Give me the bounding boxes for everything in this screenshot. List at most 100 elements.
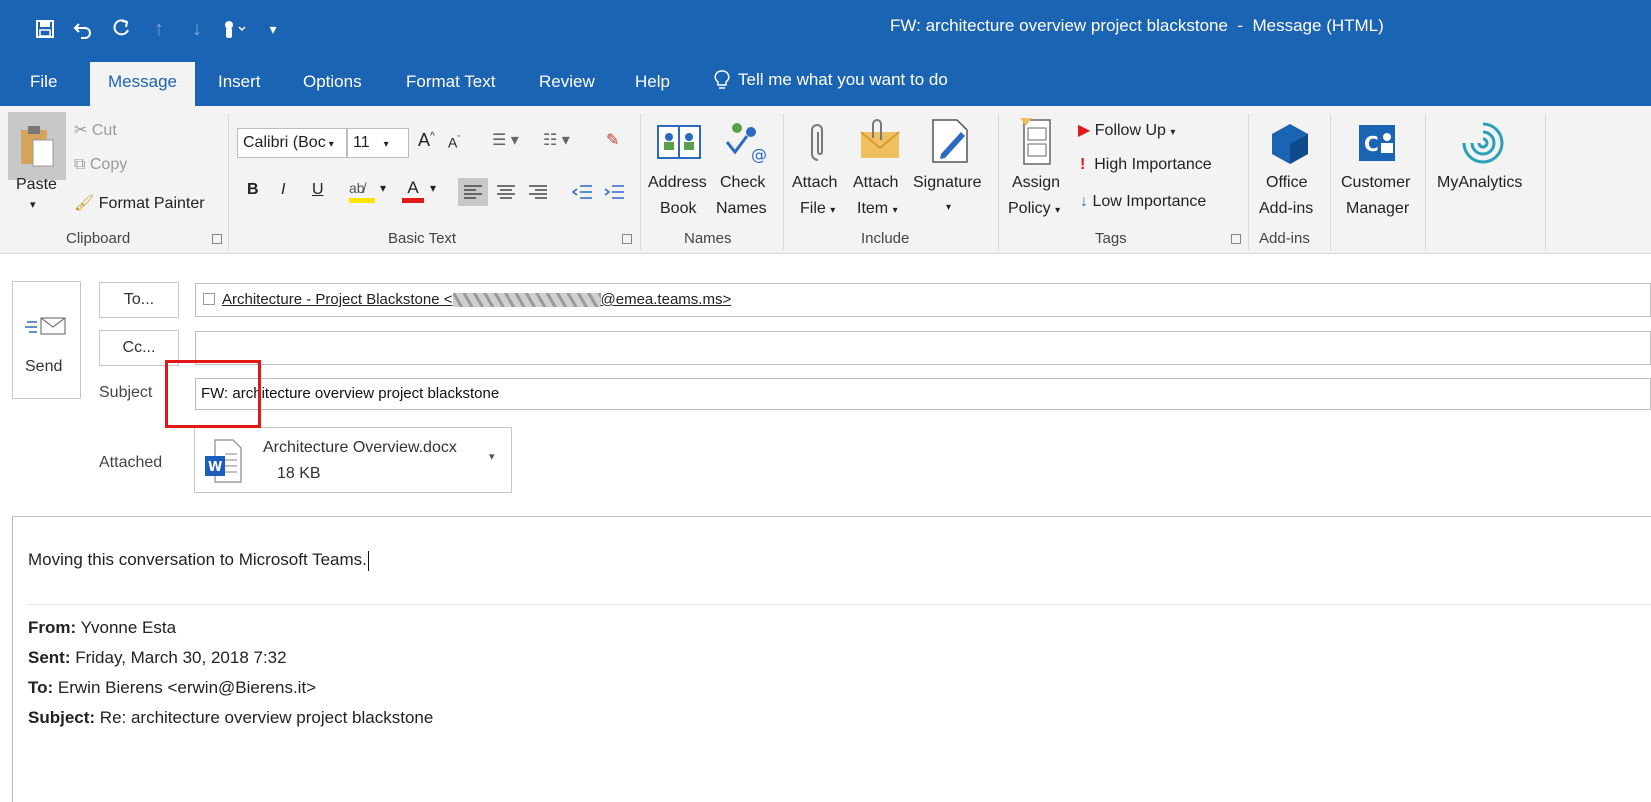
increase-indent-icon[interactable] [600, 178, 628, 211]
check-names-label-1[interactable]: Check [720, 174, 765, 192]
chevron-down-icon[interactable]: ▾ [380, 181, 386, 195]
paste-label[interactable]: Paste [16, 176, 57, 194]
high-importance-button[interactable]: ! High Importance [1080, 156, 1212, 174]
divider [998, 114, 999, 250]
chevron-down-icon[interactable]: ▾ [946, 202, 951, 213]
attach-item-label-1[interactable]: Attach [853, 174, 898, 192]
tab-review[interactable]: Review [539, 68, 595, 106]
tab-insert[interactable]: Insert [218, 68, 261, 106]
cc-field[interactable] [195, 331, 1651, 365]
message-body[interactable]: Moving this conversation to Microsoft Te… [12, 516, 1651, 802]
clipboard-launcher-icon[interactable] [212, 234, 222, 244]
myanalytics-icon[interactable] [1458, 118, 1508, 168]
from-label: From: [28, 618, 77, 637]
save-icon[interactable] [26, 14, 64, 44]
attach-file-label-1[interactable]: Attach [792, 174, 837, 192]
office-addins-label-2[interactable]: Add-ins [1259, 200, 1313, 218]
assign-policy-label-2: Policy [1008, 200, 1051, 217]
tab-help[interactable]: Help [635, 68, 670, 106]
copy-label: Copy [89, 156, 128, 173]
align-right-icon[interactable] [524, 178, 552, 211]
font-name-select[interactable]: Calibri (Boc ▾ [237, 128, 347, 158]
send-button[interactable]: Send [12, 281, 81, 399]
shrink-font-icon[interactable]: Aˇ [448, 134, 460, 151]
sent-label: Sent: [28, 648, 71, 667]
follow-up-button[interactable]: ▶ Follow Up ▾ [1078, 120, 1175, 140]
format-painter-icon: 🖌 [74, 195, 95, 212]
send-icon [25, 317, 66, 335]
low-importance-button[interactable]: ↓ Low Importance [1080, 193, 1206, 211]
customer-manager-label-1[interactable]: Customer [1341, 174, 1410, 192]
subject-field[interactable]: FW: architecture overview project blacks… [195, 378, 1651, 410]
tab-file[interactable]: File [30, 68, 57, 106]
signature-icon[interactable] [926, 116, 974, 166]
font-color-icon[interactable]: A [402, 178, 424, 203]
up-arrow-icon[interactable]: ↑ [140, 14, 178, 44]
customer-manager-icon[interactable]: C [1352, 118, 1402, 168]
redo-icon[interactable] [102, 14, 140, 44]
tab-format-text[interactable]: Format Text [406, 68, 495, 106]
cut-button[interactable]: ✂ Cut [74, 120, 117, 140]
format-painter-button[interactable]: 🖌 Format Painter [74, 193, 205, 213]
tab-options[interactable]: Options [303, 68, 362, 106]
check-names-icon[interactable]: @ [720, 118, 768, 166]
divider [1330, 114, 1331, 250]
chevron-down-icon[interactable]: ▾ [489, 450, 495, 463]
bold-icon[interactable]: B [247, 181, 259, 199]
recipient-chip[interactable]: Architecture - Project Blackstone < @emea… [222, 291, 731, 308]
address-book-icon[interactable] [655, 118, 703, 166]
tab-message[interactable]: Message [90, 62, 195, 106]
decrease-indent-icon[interactable] [568, 178, 596, 211]
office-addins-icon[interactable] [1266, 120, 1314, 168]
basic-text-launcher-icon[interactable] [622, 234, 632, 244]
paperclip-icon[interactable] [800, 118, 836, 166]
tags-launcher-icon[interactable] [1231, 234, 1241, 244]
bullets-icon[interactable]: ☰ ▾ [492, 130, 519, 150]
attach-item-icon[interactable] [856, 116, 904, 166]
svg-text:C: C [1364, 132, 1379, 156]
align-center-icon[interactable] [492, 178, 520, 211]
office-addins-label-1[interactable]: Office [1266, 174, 1308, 192]
to-field[interactable]: Architecture - Project Blackstone < @emea… [195, 283, 1651, 317]
touch-mode-icon[interactable] [216, 14, 254, 44]
attachment-chip[interactable]: W Architecture Overview.docx 18 KB ▾ [194, 427, 512, 493]
assign-policy-icon[interactable] [1012, 114, 1060, 170]
attached-label: Attached [99, 454, 163, 471]
addins-group-label: Add-ins [1259, 230, 1310, 247]
align-left-icon[interactable] [458, 178, 488, 206]
divider [28, 604, 1651, 605]
clear-formatting-icon[interactable]: ✎ [606, 130, 619, 150]
address-book-label-2[interactable]: Book [660, 200, 696, 218]
quick-access-toolbar: ↑ ↓ ▾ [26, 14, 292, 44]
assign-policy-button[interactable]: Policy ▾ [1008, 200, 1060, 218]
numbering-icon[interactable]: ☷ ▾ [543, 130, 570, 150]
to-value: Erwin Bierens <erwin@Bierens.it> [53, 678, 317, 697]
ribbon-tabs: File Message Insert Options Format Text … [0, 58, 1651, 106]
tell-me-search[interactable]: Tell me what you want to do [714, 70, 948, 90]
customer-manager-label-2[interactable]: Manager [1346, 200, 1409, 218]
grow-font-icon[interactable]: A^ [418, 130, 435, 151]
from-line: From: Yvonne Esta [28, 618, 176, 638]
highlight-color-icon[interactable]: ab̸ [349, 180, 375, 203]
copy-button[interactable]: ⧉ Copy [74, 156, 127, 174]
title-bar: ↑ ↓ ▾ FW: architecture overview project … [0, 0, 1651, 58]
font-size-select[interactable]: 11 ▾ [347, 128, 409, 158]
undo-icon[interactable] [64, 14, 102, 44]
to-button[interactable]: To... [99, 282, 179, 318]
attach-file-button[interactable]: File ▾ [800, 200, 835, 218]
check-names-label-2[interactable]: Names [716, 200, 767, 218]
paste-button[interactable] [8, 112, 66, 180]
paste-dropdown-icon[interactable]: ▾ [30, 198, 36, 211]
attach-item-button[interactable]: Item ▾ [857, 200, 898, 218]
address-book-label-1[interactable]: Address [648, 174, 707, 192]
customize-icon[interactable]: ▾ [254, 14, 292, 44]
chevron-down-icon[interactable]: ▾ [430, 181, 436, 195]
exclamation-icon: ! [1080, 156, 1086, 173]
down-arrow-icon[interactable]: ↓ [178, 14, 216, 44]
underline-icon[interactable]: U [312, 181, 324, 199]
subject-label-body: Subject: [28, 708, 96, 727]
myanalytics-label[interactable]: MyAnalytics [1437, 174, 1522, 192]
assign-policy-label-1[interactable]: Assign [1012, 174, 1060, 192]
italic-icon[interactable]: I [281, 181, 285, 199]
signature-label[interactable]: Signature [913, 174, 982, 192]
